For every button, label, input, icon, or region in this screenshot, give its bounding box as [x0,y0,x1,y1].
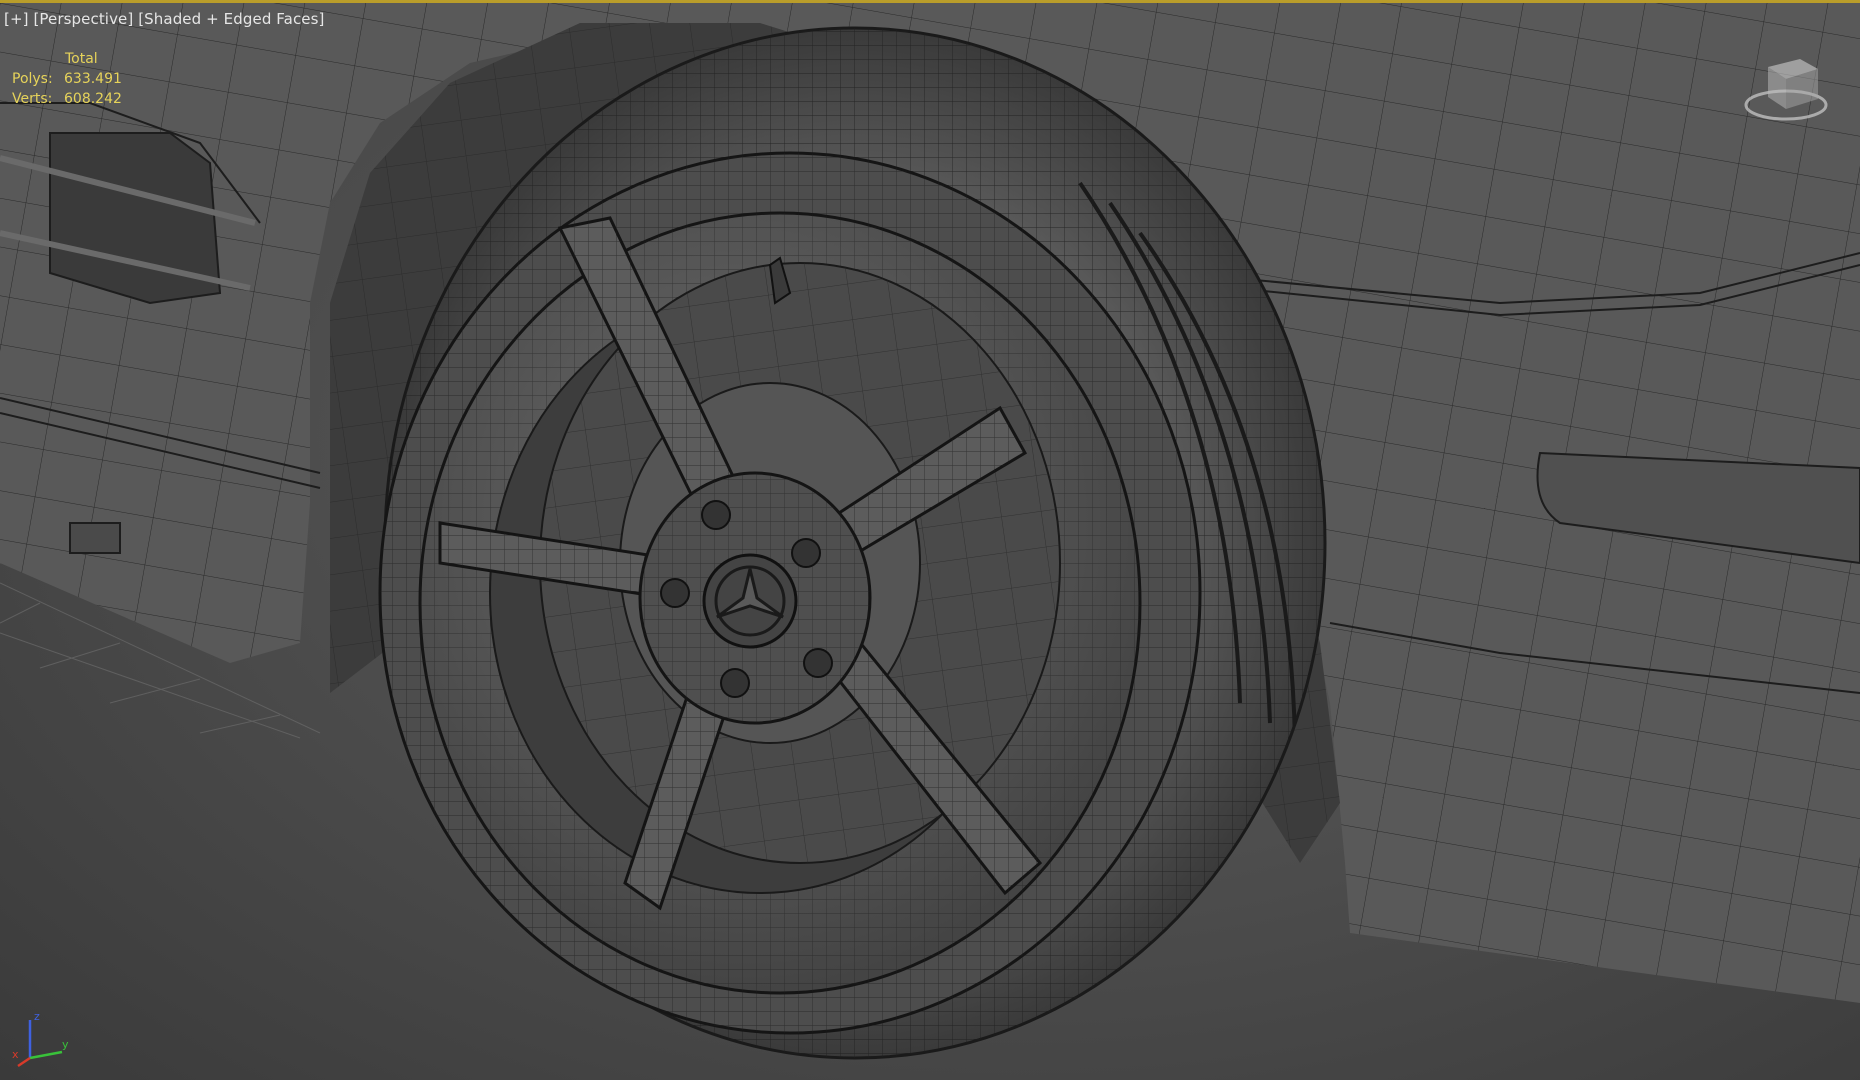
viewport-view-mode[interactable]: [Perspective] [33,10,133,28]
viewport-shading-mode[interactable]: [Shaded + Edged Faces] [138,10,324,28]
perspective-viewport[interactable]: [+] [Perspective] [Shaded + Edged Faces]… [0,0,1860,1080]
verts-label: Verts: [12,91,53,107]
viewport-menu[interactable]: [+] [4,10,29,28]
viewport-label: [+] [Perspective] [Shaded + Edged Faces] [4,10,325,28]
scene-render[interactable] [0,3,1860,1080]
stats-header: Total [65,51,98,67]
axis-tripod-icon: z y x [12,1010,69,1068]
stats-polys-row: Polys: 633.491 [12,69,122,89]
polys-label: Polys: [12,71,53,87]
axis-x-label: x [12,1048,19,1061]
verts-value: 608.242 [64,91,122,107]
viewcube-icon[interactable] [1738,47,1834,127]
wheel-hub [638,471,872,725]
axis-y-label: y [62,1038,69,1051]
polys-value: 633.491 [64,71,122,87]
stats-verts-row: Verts: 608.242 [12,89,122,109]
statistics-panel: Total Polys: 633.491 Verts: 608.242 [12,49,122,109]
axis-z-label: z [34,1010,40,1023]
